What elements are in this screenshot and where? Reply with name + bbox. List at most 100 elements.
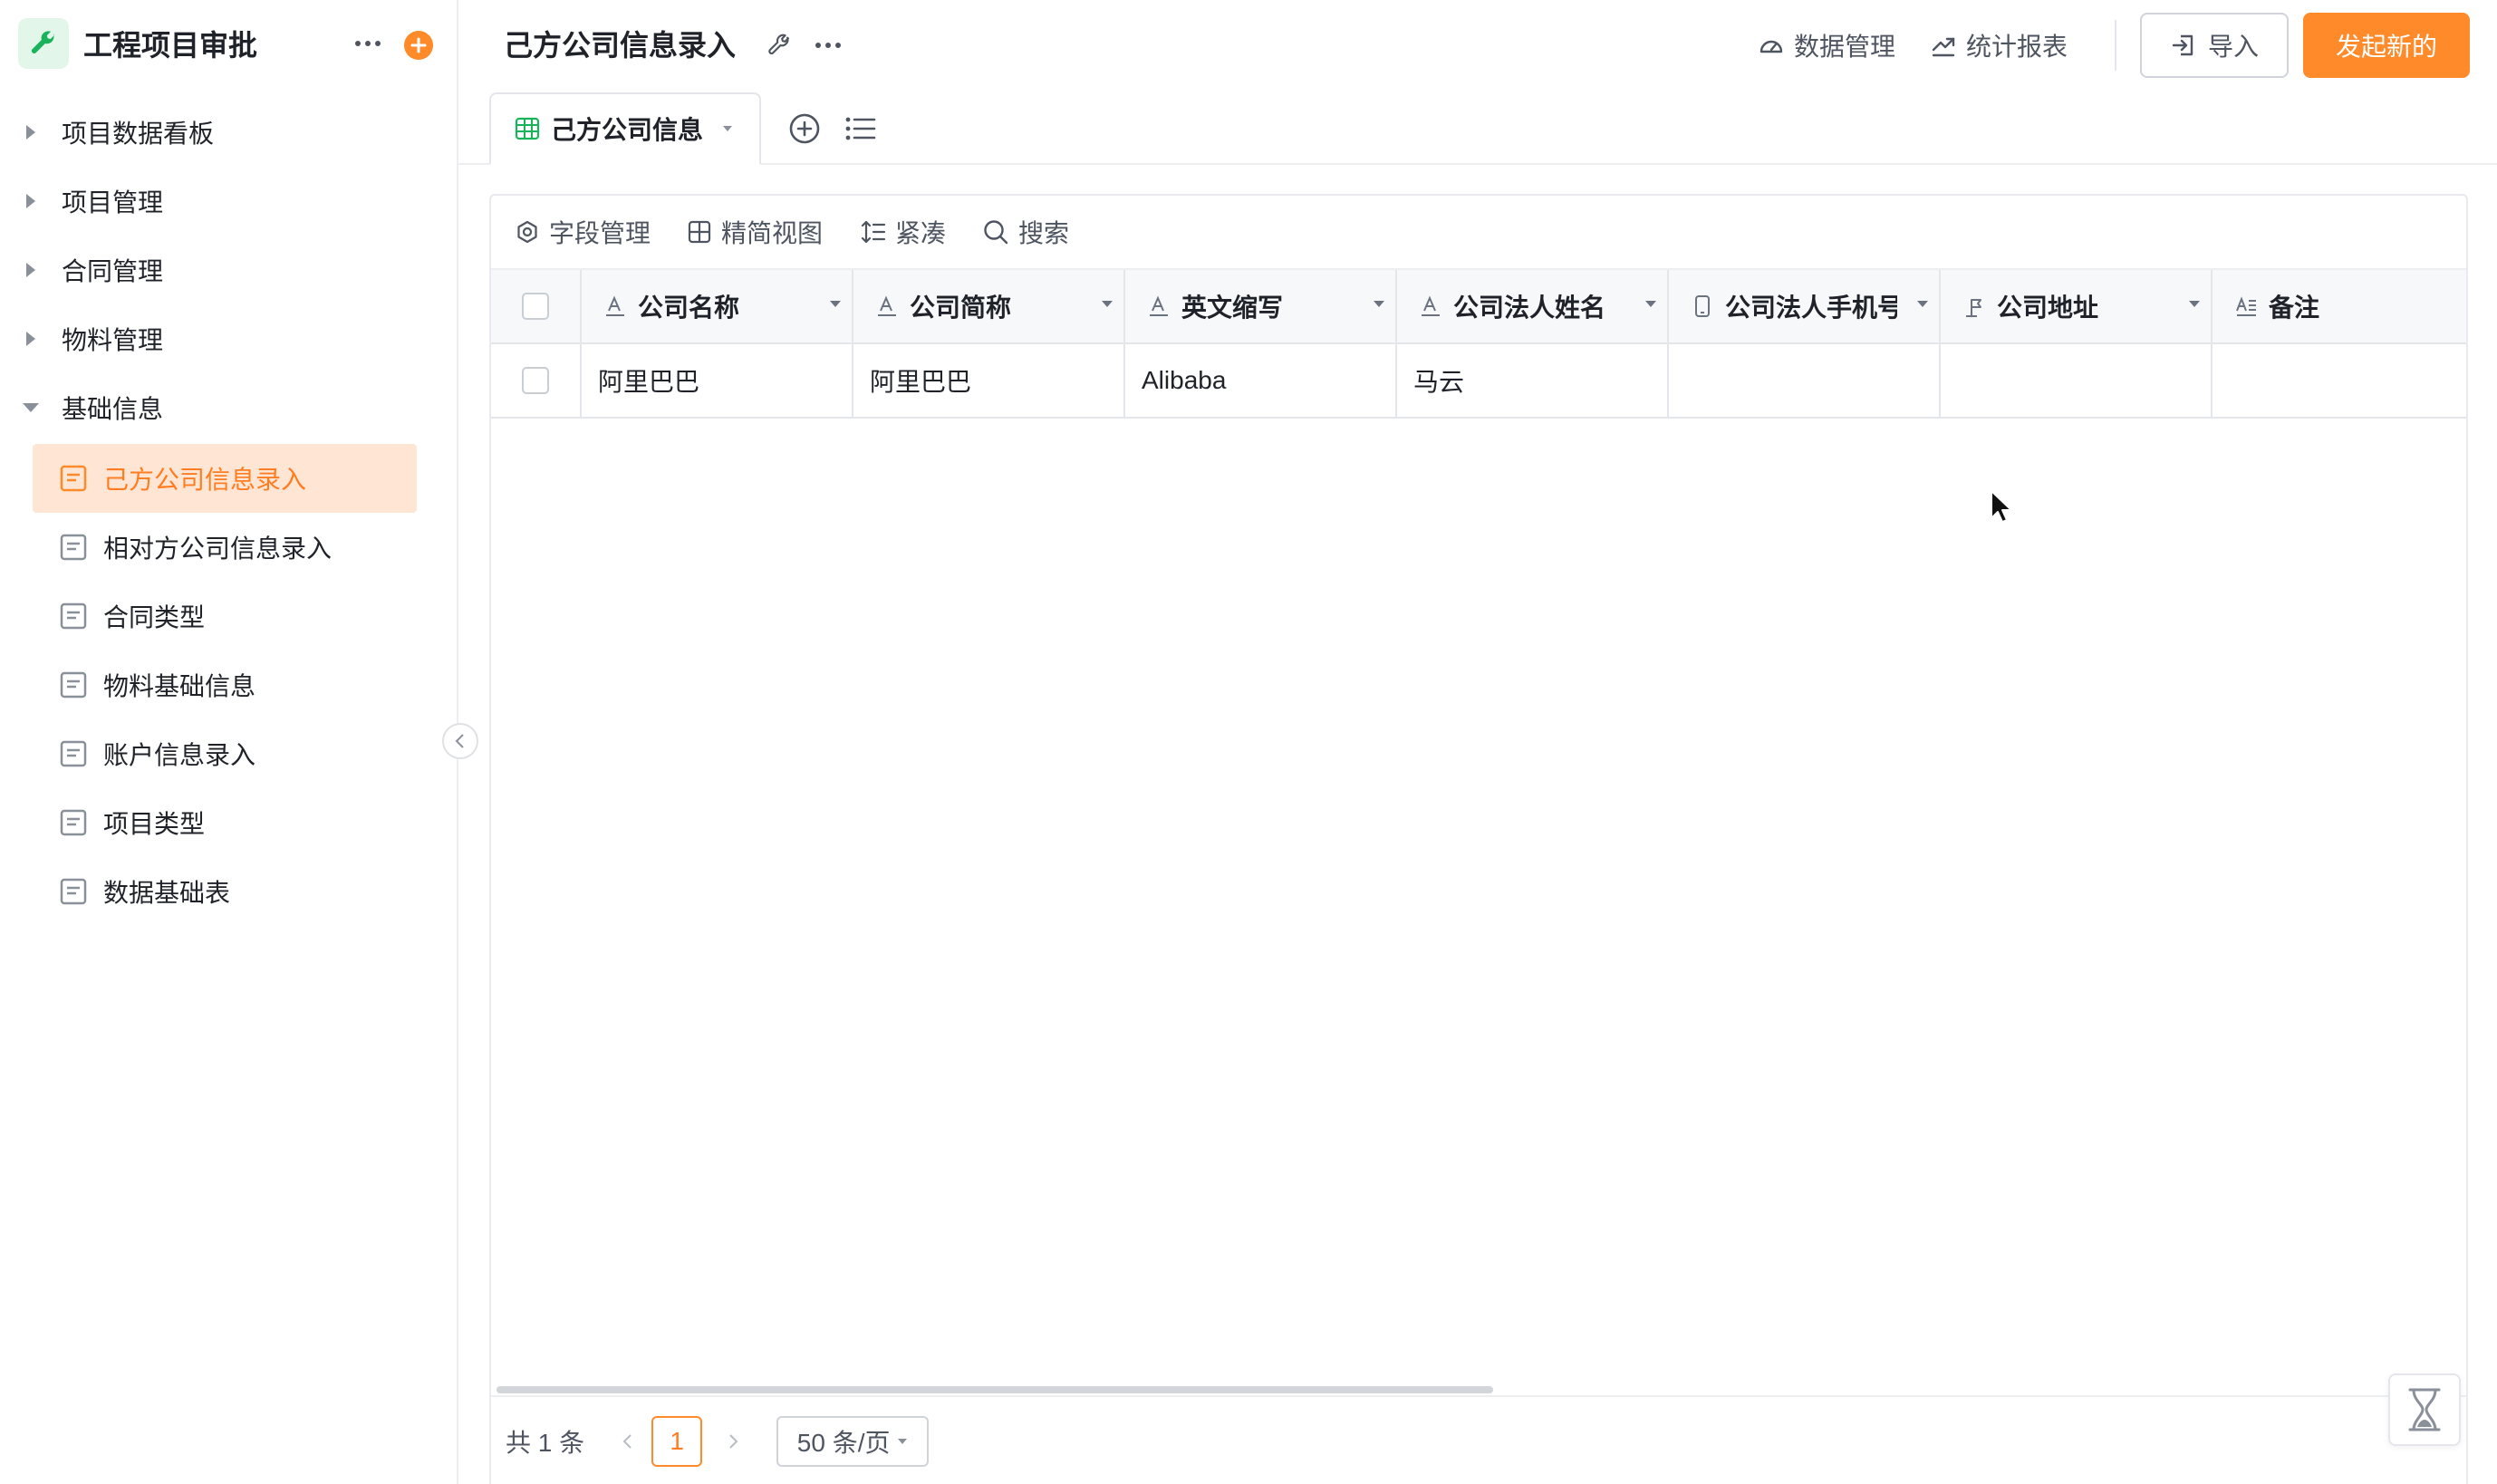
horizontal-scrollbar[interactable] bbox=[497, 1386, 1493, 1393]
table-header: 公司名称 公司简称 英文缩写 公司法人姓名 公司法人手机号 公司地址 备注 bbox=[491, 270, 2466, 344]
more-icon[interactable] bbox=[810, 27, 846, 63]
new-record-button[interactable]: 发起新的 bbox=[2303, 13, 2470, 78]
column-menu-caret-icon[interactable] bbox=[1372, 299, 1386, 310]
page-size-label: 50 条/页 bbox=[796, 1429, 891, 1457]
caret-right-icon bbox=[18, 193, 43, 209]
sidebar-item-data-basic-table[interactable]: 数据基础表 bbox=[33, 857, 417, 926]
view-list-icon[interactable] bbox=[843, 111, 879, 147]
table-cell[interactable]: 马云 bbox=[1397, 344, 1669, 417]
tab-label: 己方公司信息 bbox=[551, 116, 704, 144]
sidebar-group-label: 项目管理 bbox=[62, 188, 164, 217]
top-bar: 己方公司信息录入 数据管理 统计报表 导入 发起新的 bbox=[458, 0, 2497, 91]
table-cell[interactable] bbox=[1669, 344, 1941, 417]
compact-view-button[interactable]: 精简视图 bbox=[687, 214, 823, 250]
column-header-legal-rep-phone[interactable]: 公司法人手机号 bbox=[1669, 270, 1941, 342]
data-manage-label: 数据管理 bbox=[1794, 33, 1896, 61]
field-manage-label: 字段管理 bbox=[549, 219, 651, 247]
app-header: 工程项目审批 bbox=[0, 0, 457, 91]
sidebar-item-label: 账户信息录入 bbox=[103, 741, 256, 769]
table-cell[interactable] bbox=[1941, 344, 2213, 417]
sidebar-group-label: 项目数据看板 bbox=[62, 120, 215, 148]
sidebar-item-label: 物料基础信息 bbox=[103, 672, 256, 700]
tab-own-company-info[interactable]: 己方公司信息 bbox=[489, 92, 761, 165]
column-menu-caret-icon[interactable] bbox=[1644, 299, 1658, 310]
caret-down-icon[interactable] bbox=[721, 124, 734, 133]
sidebar-item-account-info[interactable]: 账户信息录入 bbox=[33, 719, 417, 788]
sidebar-item-project-type[interactable]: 项目类型 bbox=[33, 788, 417, 857]
column-header-label: 公司名称 bbox=[638, 294, 740, 322]
row-checkbox[interactable] bbox=[522, 367, 549, 394]
sidebar-group-contract-manage[interactable]: 合同管理 bbox=[18, 243, 417, 297]
prev-page-icon[interactable] bbox=[610, 1423, 646, 1460]
form-icon bbox=[60, 465, 87, 492]
sidebar-item-material-basic-info[interactable]: 物料基础信息 bbox=[33, 650, 417, 719]
row-height-icon bbox=[861, 220, 886, 244]
form-icon bbox=[60, 878, 87, 905]
table-cell[interactable]: Alibaba bbox=[1125, 344, 1397, 417]
hourglass-icon[interactable] bbox=[2388, 1373, 2461, 1446]
more-icon[interactable] bbox=[350, 25, 386, 62]
sidebar-group-project-manage[interactable]: 项目管理 bbox=[18, 174, 417, 228]
sidebar-group-project-dashboard[interactable]: 项目数据看板 bbox=[18, 105, 417, 159]
sidebar-item-label: 相对方公司信息录入 bbox=[103, 535, 333, 563]
column-menu-caret-icon[interactable] bbox=[2187, 299, 2202, 310]
phone-field-icon bbox=[1689, 293, 1716, 320]
field-manage-button[interactable]: 字段管理 bbox=[515, 214, 651, 250]
select-all-checkbox[interactable] bbox=[522, 293, 549, 320]
sidebar-item-contract-type[interactable]: 合同类型 bbox=[33, 582, 417, 650]
column-header-label: 英文缩写 bbox=[1181, 294, 1284, 322]
column-header-english-abbr[interactable]: 英文缩写 bbox=[1125, 270, 1397, 342]
column-header-label: 公司法人手机号 bbox=[1725, 294, 1897, 322]
sidebar-group-material-manage[interactable]: 物料管理 bbox=[18, 312, 417, 366]
column-header-legal-rep-name[interactable]: 公司法人姓名 bbox=[1397, 270, 1669, 342]
table-row[interactable]: 阿里巴巴 阿里巴巴 Alibaba 马云 bbox=[491, 344, 2466, 419]
column-header-company-short-name[interactable]: 公司简称 bbox=[853, 270, 1125, 342]
search-button[interactable]: 搜索 bbox=[982, 214, 1069, 250]
reports-link[interactable]: 统计报表 bbox=[1930, 25, 2068, 65]
add-icon[interactable] bbox=[404, 31, 433, 60]
current-page-button[interactable]: 1 bbox=[651, 1416, 703, 1467]
sidebar-item-own-company-info[interactable]: 己方公司信息录入 bbox=[33, 444, 417, 513]
chevron-left-icon bbox=[455, 734, 464, 748]
sidebar-item-counterparty-company-info[interactable]: 相对方公司信息录入 bbox=[33, 513, 417, 582]
sidebar-item-label: 数据基础表 bbox=[103, 879, 231, 907]
data-manage-link[interactable]: 数据管理 bbox=[1758, 25, 1895, 65]
table-cell[interactable]: 阿里巴巴 bbox=[853, 344, 1125, 417]
caret-down-icon bbox=[18, 401, 43, 414]
sidebar-item-label: 己方公司信息录入 bbox=[103, 466, 307, 494]
table-cell[interactable]: 阿里巴巴 bbox=[582, 344, 853, 417]
total-count: 共 1 条 bbox=[506, 1429, 585, 1457]
page-size-select[interactable]: 50 条/页 bbox=[776, 1416, 930, 1467]
location-field-icon bbox=[1961, 293, 1988, 320]
row-density-button[interactable]: 紧凑 bbox=[861, 214, 946, 250]
add-view-icon[interactable] bbox=[786, 111, 823, 147]
sidebar: 工程项目审批 项目数据看板 项目管理 合同管理 物料管理 基础信息 己方公司信息… bbox=[0, 0, 458, 1484]
collapse-sidebar-button[interactable] bbox=[442, 723, 478, 759]
column-header-remarks[interactable]: 备注 bbox=[2213, 270, 2466, 342]
next-page-icon[interactable] bbox=[715, 1423, 751, 1460]
text-field-icon bbox=[1417, 293, 1444, 320]
column-menu-caret-icon[interactable] bbox=[1100, 299, 1114, 310]
app-title: 工程项目审批 bbox=[83, 29, 258, 62]
pagination: 共 1 条 1 50 条/页 bbox=[491, 1395, 2466, 1484]
column-header-company-name[interactable]: 公司名称 bbox=[582, 270, 853, 342]
column-header-label: 公司地址 bbox=[1997, 294, 2099, 322]
trend-chart-icon bbox=[1932, 37, 1955, 57]
search-icon bbox=[984, 220, 1008, 245]
caret-right-icon bbox=[18, 262, 43, 278]
table-cell[interactable] bbox=[2213, 344, 2466, 417]
grid-view-icon bbox=[688, 220, 711, 244]
data-table-panel: 字段管理 精简视图 紧凑 搜索 公司名称 公司简称 英文缩写 公司法人姓名 公司… bbox=[489, 194, 2468, 1484]
column-header-company-address[interactable]: 公司地址 bbox=[1941, 270, 2213, 342]
wrench-settings-icon[interactable] bbox=[761, 27, 797, 63]
sidebar-item-label: 项目类型 bbox=[103, 810, 206, 838]
caret-right-icon bbox=[18, 331, 43, 347]
search-label: 搜索 bbox=[1018, 219, 1070, 247]
import-button[interactable]: 导入 bbox=[2140, 13, 2289, 78]
column-menu-caret-icon[interactable] bbox=[1915, 299, 1930, 310]
column-header-label: 公司法人姓名 bbox=[1453, 294, 1606, 322]
form-icon bbox=[60, 671, 87, 699]
select-all-cell bbox=[491, 270, 582, 342]
sidebar-group-basic-info[interactable]: 基础信息 bbox=[18, 381, 417, 435]
column-menu-caret-icon[interactable] bbox=[828, 299, 843, 310]
